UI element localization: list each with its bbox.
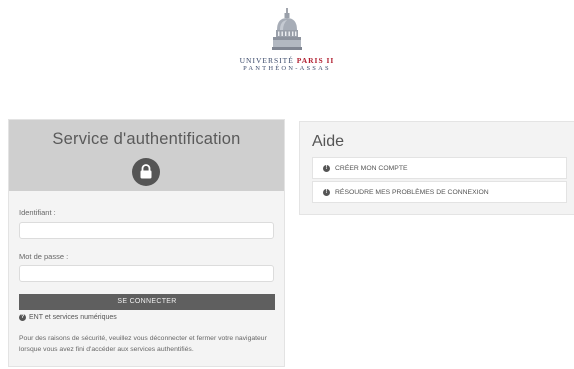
ent-services-link[interactable]: ? ENT et services numériques bbox=[19, 314, 117, 321]
create-account-link[interactable]: ! CRÉER MON COMPTE bbox=[312, 157, 567, 179]
university-logo: UNIVERSITÉ PARIS II PANTHÉON-ASSAS bbox=[0, 8, 574, 73]
login-title: Service d'authentification bbox=[52, 130, 241, 148]
pantheon-dome-icon bbox=[272, 8, 302, 50]
connection-problems-label: RÉSOUDRE MES PROBLÈMES DE CONNEXION bbox=[335, 188, 489, 196]
help-title: Aide bbox=[312, 133, 345, 150]
password-input[interactable] bbox=[19, 265, 274, 282]
login-header: Service d'authentification bbox=[9, 120, 284, 191]
connection-problems-link[interactable]: ! RÉSOUDRE MES PROBLÈMES DE CONNEXION bbox=[312, 181, 567, 203]
login-button[interactable]: SE CONNECTER bbox=[19, 294, 275, 310]
security-note: Pour des raisons de sécurité, veuillez v… bbox=[19, 335, 267, 353]
university-name-part2: PARIS II bbox=[296, 56, 335, 65]
university-name: UNIVERSITÉ PARIS II bbox=[0, 56, 574, 65]
username-label: Identifiant : bbox=[19, 208, 56, 217]
page: UNIVERSITÉ PARIS II PANTHÉON-ASSAS Servi… bbox=[0, 0, 574, 369]
login-panel: Service d'authentification Identifiant :… bbox=[8, 119, 285, 367]
info-icon: ! bbox=[323, 188, 330, 196]
info-icon: ! bbox=[323, 164, 330, 172]
question-icon: ? bbox=[19, 314, 26, 321]
help-panel: Aide ! CRÉER MON COMPTE ! RÉSOUDRE MES P… bbox=[299, 121, 574, 215]
password-label: Mot de passe : bbox=[19, 252, 69, 261]
create-account-label: CRÉER MON COMPTE bbox=[335, 164, 408, 172]
ent-services-label: ENT et services numériques bbox=[29, 314, 117, 321]
lock-icon bbox=[132, 158, 160, 186]
university-name-part1: UNIVERSITÉ bbox=[239, 56, 297, 65]
university-subname: PANTHÉON-ASSAS bbox=[243, 65, 331, 72]
username-input[interactable] bbox=[19, 222, 274, 239]
